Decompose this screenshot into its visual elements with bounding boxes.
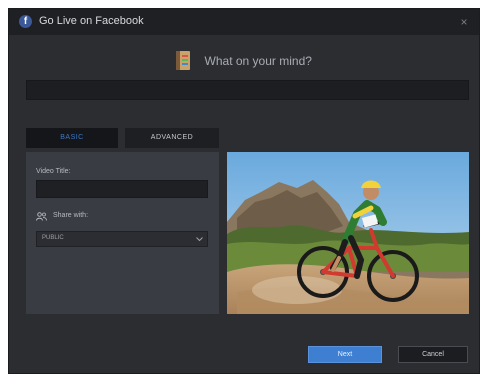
share-with-label: Share with: <box>53 212 89 219</box>
people-icon <box>36 212 47 221</box>
privacy-dropdown[interactable]: PUBLIC <box>36 231 208 247</box>
mountain-biker-image <box>227 152 469 314</box>
privacy-selected-value: PUBLIC <box>42 235 64 241</box>
video-preview <box>227 152 469 314</box>
video-title-label: Video Title: <box>36 168 71 175</box>
basic-settings-panel: Video Title: Share with: PUBLIC <box>26 152 219 314</box>
cancel-button[interactable]: Cancel <box>398 346 468 363</box>
go-live-dialog: f Go Live on Facebook × What on your min… <box>8 8 480 374</box>
status-input[interactable] <box>26 80 469 100</box>
close-button[interactable]: × <box>457 15 471 29</box>
status-prompt: What on your mind? <box>204 53 312 68</box>
facebook-logo-icon: f <box>19 15 32 28</box>
tab-advanced[interactable]: ADVANCED <box>125 128 219 148</box>
tab-basic[interactable]: BASIC <box>26 128 118 148</box>
notebook-icon <box>176 51 191 70</box>
chevron-down-icon <box>196 237 203 242</box>
title-bar: f Go Live on Facebook × <box>9 9 479 35</box>
video-title-input[interactable] <box>36 180 208 198</box>
window-title: Go Live on Facebook <box>39 15 144 27</box>
next-button[interactable]: Next <box>308 346 382 363</box>
status-prompt-row: What on your mind? <box>9 51 479 79</box>
